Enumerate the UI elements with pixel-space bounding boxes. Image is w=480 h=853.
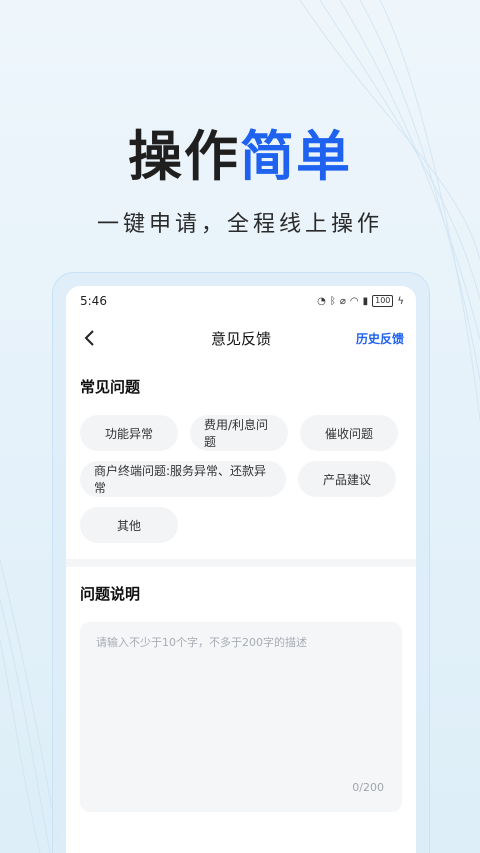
chip-collection[interactable]: 催收问题 <box>300 415 398 451</box>
speed-icon: ◔ <box>317 295 326 307</box>
mute-icon: ⌀ <box>339 295 346 307</box>
wifi-icon: ◠ <box>349 295 359 307</box>
faq-title: 常见问题 <box>80 378 141 396</box>
back-arrow-icon[interactable] <box>78 326 102 350</box>
description-box: 0/200 <box>80 622 402 812</box>
description-title: 问题说明 <box>80 585 141 603</box>
hero-subtitle: 一键申请，全程线上操作 <box>96 212 383 237</box>
chip-function-error[interactable]: 功能异常 <box>80 415 178 451</box>
char-counter: 0/200 <box>352 781 384 794</box>
chip-other[interactable]: 其他 <box>80 507 178 543</box>
section-divider <box>66 559 416 567</box>
history-feedback-link[interactable]: 历史反馈 <box>356 330 404 347</box>
nav-bar: 意见反馈 历史反馈 <box>66 316 416 360</box>
chip-merchant-terminal[interactable]: 商户终端问题:服务异常、还款异常 <box>80 461 286 497</box>
sim-icon: ▮ <box>362 295 369 307</box>
hero-title-dark: 操作 <box>128 125 240 188</box>
hero-title: 操作简单 <box>0 112 480 191</box>
hero-title-blue: 简单 <box>240 125 352 188</box>
phone-screen: 5:46 ◔ ᛒ ⌀ ◠ ▮ 100 ϟ 意见反馈 历史反馈 常见问题 功能异常… <box>66 286 416 853</box>
faq-section: 常见问题 功能异常 费用/利息问题 催收问题 商户终端问题:服务异常、还款异常 … <box>66 360 416 559</box>
battery-icon: 100 <box>372 295 394 307</box>
charging-icon: ϟ <box>397 295 404 307</box>
status-icons: ◔ ᛒ ⌀ ◠ ▮ 100 ϟ <box>317 295 404 307</box>
faq-chip-list: 功能异常 费用/利息问题 催收问题 商户终端问题:服务异常、还款异常 产品建议 … <box>80 415 402 543</box>
status-bar: 5:46 ◔ ᛒ ⌀ ◠ ▮ 100 ϟ <box>66 286 416 316</box>
bluetooth-icon: ᛒ <box>329 295 336 307</box>
description-textarea[interactable] <box>96 634 386 774</box>
chip-product-suggestion[interactable]: 产品建议 <box>298 461 396 497</box>
chip-fee-interest[interactable]: 费用/利息问题 <box>190 415 288 451</box>
status-time: 5:46 <box>80 294 107 308</box>
description-section: 问题说明 0/200 <box>66 567 416 828</box>
